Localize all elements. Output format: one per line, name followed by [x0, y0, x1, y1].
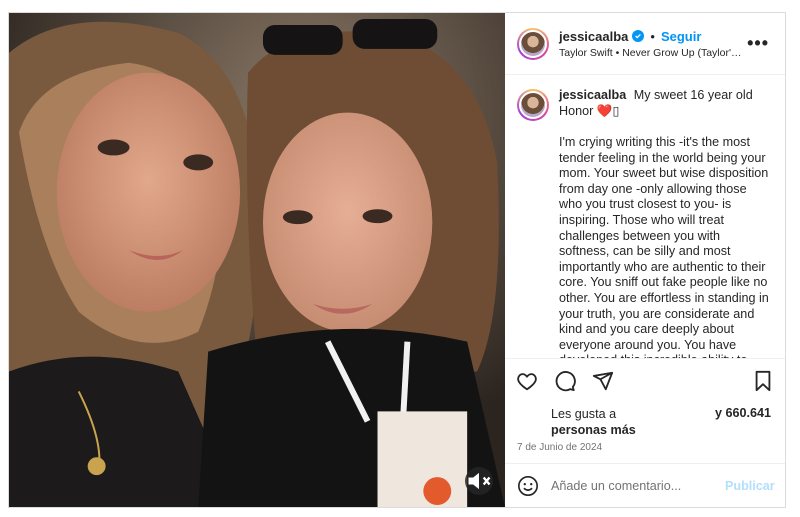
separator-dot: •: [650, 28, 655, 44]
emoji-icon: [518, 475, 538, 496]
comment-bar: Publicar: [505, 463, 785, 507]
more-options-icon[interactable]: •••: [743, 33, 773, 54]
share-icon: [592, 371, 614, 390]
share-button[interactable]: [591, 369, 615, 393]
comment-button[interactable]: [553, 369, 577, 393]
post-side-panel: jessicaalba • Seguir Taylor Swift • Neve…: [505, 13, 785, 507]
caption-area: jessicaalba My sweet 16 year old Honor ❤…: [505, 75, 785, 358]
heart-emoji: ❤️: [596, 104, 613, 118]
username-link[interactable]: jessicaalba: [559, 29, 628, 44]
photo-illustration: [9, 13, 505, 507]
post-header: jessicaalba • Seguir Taylor Swift • Neve…: [505, 13, 785, 75]
like-button[interactable]: [515, 369, 539, 393]
emoji-button[interactable]: [517, 474, 539, 498]
post-photo[interactable]: [9, 13, 505, 507]
mute-icon: [468, 472, 491, 490]
publish-button[interactable]: Publicar: [725, 479, 775, 493]
likes-summary: Les gusta a personas más y 660.641: [505, 402, 785, 438]
comment-icon: [555, 370, 576, 391]
avatar[interactable]: [517, 27, 549, 60]
comment-input[interactable]: [551, 478, 713, 493]
music-label[interactable]: Taylor Swift • Never Grow Up (Taylor's .…: [559, 47, 743, 59]
mute-button[interactable]: [465, 467, 493, 495]
avatar[interactable]: [517, 89, 549, 121]
likes-count[interactable]: y 660.641: [715, 406, 771, 438]
heart-icon: [517, 372, 537, 390]
likes-prefix: Les gusta a: [551, 407, 617, 421]
post-date[interactable]: 7 de Junio de 2024: [505, 438, 785, 463]
post-modal: jessicaalba • Seguir Taylor Swift • Neve…: [8, 12, 786, 508]
likes-others-link[interactable]: personas más: [551, 422, 636, 438]
caption-username[interactable]: jessicaalba: [559, 88, 626, 102]
save-button[interactable]: [751, 369, 775, 393]
follow-button[interactable]: Seguir: [661, 29, 701, 44]
emoji-placeholder: ▯: [612, 104, 620, 118]
caption-text: I'm crying writing this -it's the most t…: [559, 135, 769, 358]
bookmark-icon: [755, 370, 771, 391]
verified-icon: [632, 30, 645, 42]
action-bar: [505, 358, 785, 402]
